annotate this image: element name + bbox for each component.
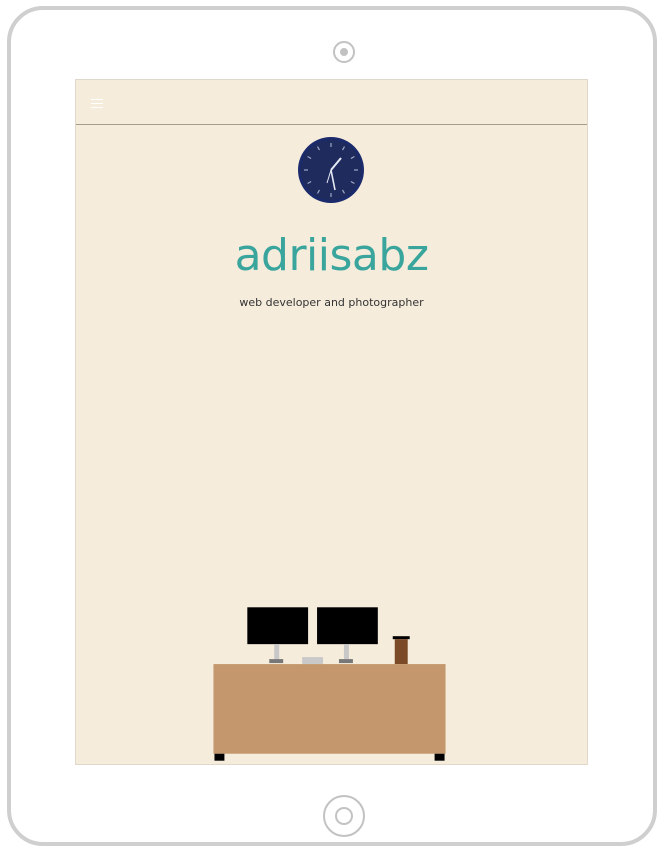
top-bar: [76, 80, 587, 125]
desk-illustration: [213, 607, 446, 761]
right-monitor: [317, 607, 378, 645]
left-monitor: [247, 607, 309, 645]
desk-right-foot: [434, 753, 445, 761]
keyboard: [302, 657, 324, 665]
coffee-cup-lid: [392, 636, 410, 640]
site-title: adriisabz: [234, 230, 429, 281]
left-monitor-base: [269, 659, 284, 664]
right-monitor-stand: [343, 644, 349, 660]
tablet-screen: adriisabz web developer and photographer: [75, 79, 588, 765]
left-monitor-stand: [274, 644, 280, 660]
hamburger-menu-icon[interactable]: [91, 99, 103, 108]
desk-left-foot: [214, 753, 225, 761]
wall-clock-icon: [298, 137, 364, 203]
home-button[interactable]: [323, 795, 365, 837]
desk-top: [213, 664, 446, 754]
right-monitor-base: [338, 659, 353, 664]
site-subtitle: web developer and photographer: [239, 296, 424, 309]
coffee-cup: [394, 639, 408, 665]
camera-icon: [333, 41, 355, 63]
